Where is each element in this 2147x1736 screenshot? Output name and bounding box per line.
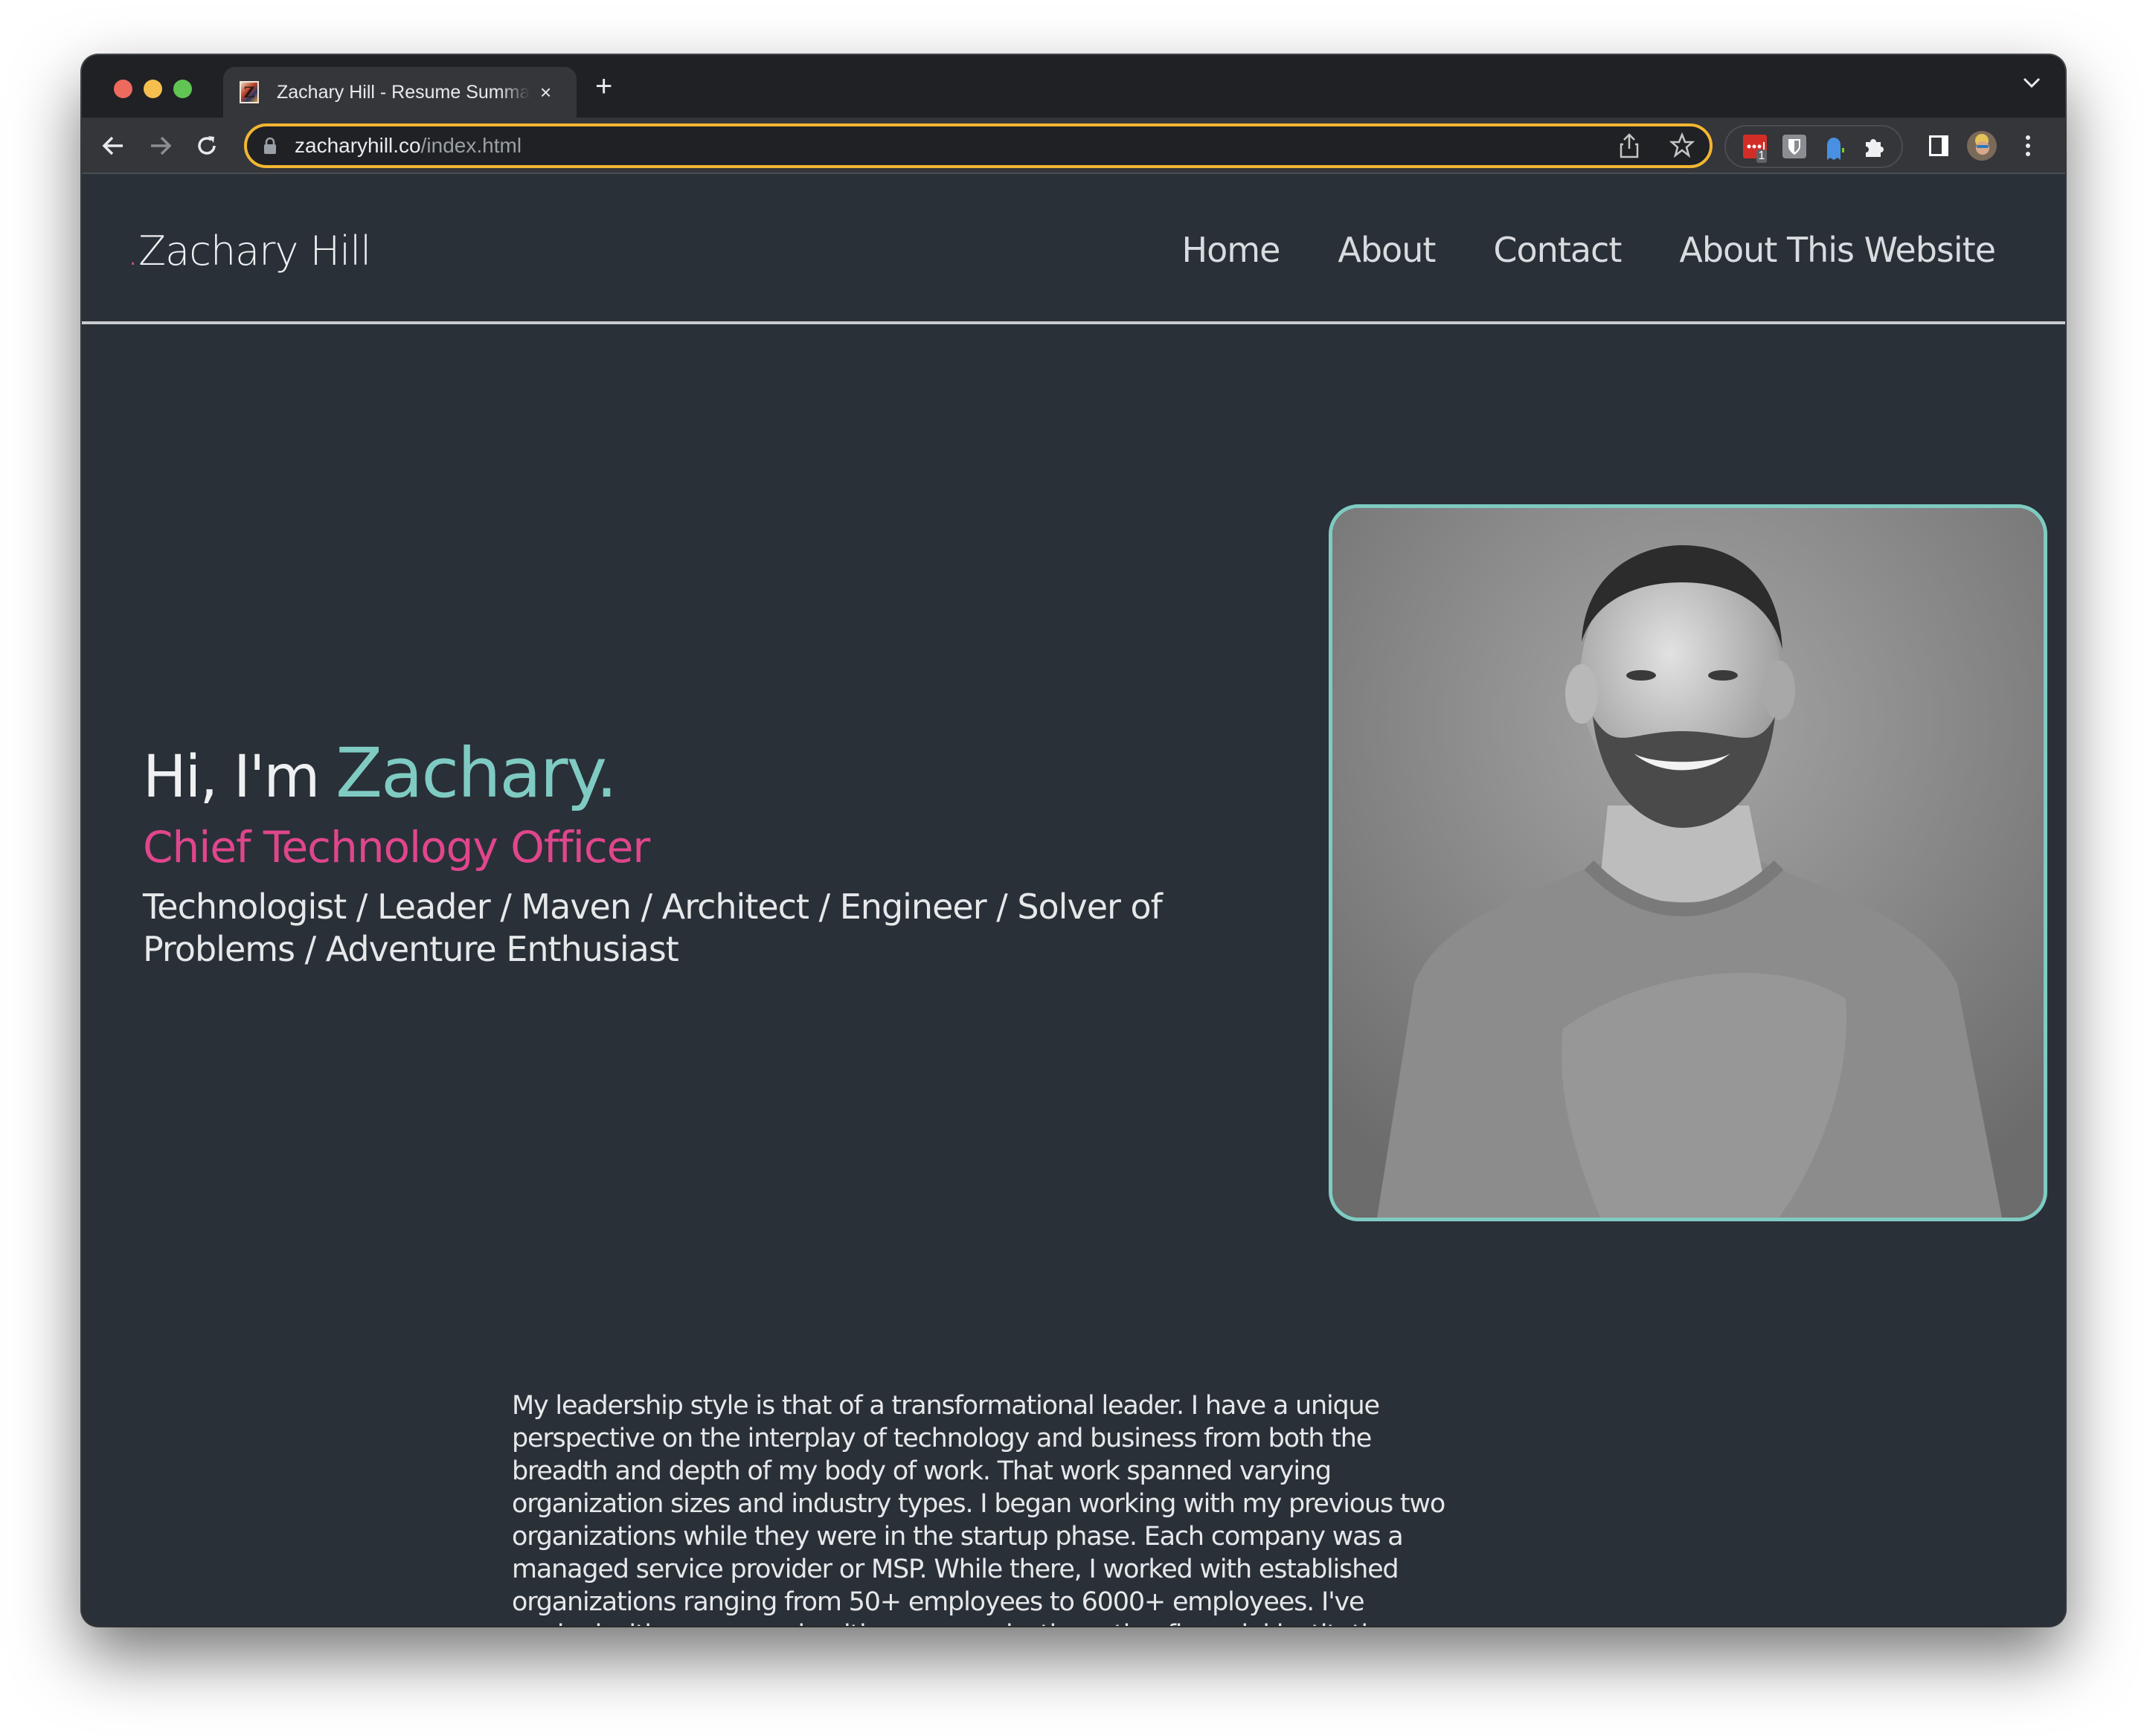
tab-close-icon[interactable]: × (540, 81, 551, 104)
tab-title: Zachary Hill - Resume Summary (277, 81, 530, 103)
hero-intro: Hi, I'm Zachary. Chief Technology Office… (143, 733, 1259, 971)
address-bar[interactable]: zacharyhill.co /index.html (244, 123, 1713, 168)
back-arrow-icon[interactable] (97, 129, 129, 162)
minimize-window-button[interactable] (144, 80, 162, 98)
share-icon[interactable] (1619, 132, 1640, 162)
reload-icon[interactable] (190, 129, 223, 162)
nav-contact[interactable]: Contact (1493, 230, 1622, 270)
hero-heading: Hi, I'm Zachary. (143, 733, 1259, 813)
toolbar: zacharyhill.co /index.html 1 (82, 118, 2065, 174)
nav-about-this-website[interactable]: About This Website (1679, 230, 1996, 270)
tab-search-chevron-icon[interactable] (2022, 76, 2041, 92)
hero-tagline: Technologist / Leader / Maven / Architec… (143, 887, 1163, 969)
close-window-button[interactable] (114, 80, 132, 98)
url-host: zacharyhill.co (295, 134, 421, 157)
ghostery-extension-icon[interactable] (1822, 135, 1846, 160)
extensions-group: 1 (1724, 125, 1903, 168)
forward-arrow-icon[interactable] (144, 129, 177, 162)
side-panel-icon[interactable] (1922, 129, 1955, 162)
more-menu-icon[interactable] (2012, 129, 2044, 162)
url-path: /index.html (420, 134, 522, 157)
new-tab-button[interactable]: + (595, 70, 612, 103)
hero-greeting: Hi, I'm (143, 744, 336, 811)
bio-paragraph: My leadership style is that of a transfo… (512, 1391, 1445, 1626)
logo-text: Zachary Hill (138, 228, 371, 274)
lock-icon[interactable] (263, 137, 277, 155)
bitwarden-extension-icon[interactable] (1782, 135, 1806, 158)
site-header: .Zachary Hill Home About Contact About T… (82, 174, 2065, 324)
logo-dot: . (126, 228, 139, 274)
web-page: .Zachary Hill Home About Contact About T… (82, 174, 2065, 1626)
tab-strip: Z Zachary Hill - Resume Summary × + (82, 55, 2065, 118)
profile-photo (1329, 504, 2047, 1221)
lastpass-extension-icon[interactable]: 1 (1742, 135, 1768, 163)
tab-active[interactable]: Z Zachary Hill - Resume Summary × (223, 67, 577, 118)
hero-name: Zachary. (336, 733, 617, 813)
nav-home[interactable]: Home (1182, 230, 1281, 270)
main-nav: Home About Contact About This Website (1182, 230, 1996, 270)
extensions-puzzle-icon[interactable] (1861, 135, 1885, 158)
nav-about[interactable]: About (1338, 230, 1436, 270)
site-logo[interactable]: .Zachary Hill (126, 228, 371, 274)
bookmark-star-icon[interactable] (1669, 132, 1695, 162)
hero-role: Chief Technology Officer (143, 822, 650, 872)
favicon-icon: Z (240, 81, 259, 103)
portrait-image (1332, 508, 2044, 1218)
profile-avatar[interactable] (1965, 129, 1998, 162)
lastpass-badge: 1 (1756, 150, 1768, 163)
browser-window: Z Zachary Hill - Resume Summary × + zach… (82, 55, 2065, 1626)
maximize-window-button[interactable] (173, 80, 192, 98)
